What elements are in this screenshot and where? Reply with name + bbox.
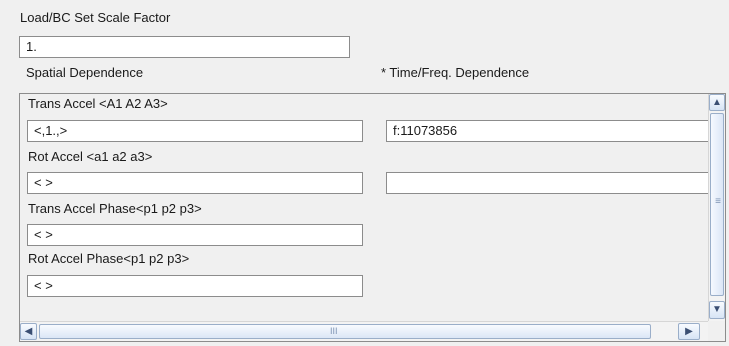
scale-factor-input[interactable]: 1. [19,36,350,58]
vertical-scrollbar[interactable]: ▲ ≡ ▼ [708,94,725,321]
horizontal-scrollbar[interactable]: ◀ III ▶ [20,321,709,341]
chevron-down-icon: ▼ [712,304,722,315]
grip-icon: ≡ [715,196,721,207]
trans-accel-label: Trans Accel <A1 A2 A3> [28,96,168,111]
grip-icon: III [330,326,338,336]
trans-accel-time-input[interactable]: f:11073856 [386,120,709,142]
rot-accel-time-input[interactable] [386,172,709,194]
time-freq-dependence-label: * Time/Freq. Dependence [381,65,530,80]
scroll-right-button[interactable]: ▶ [678,323,700,340]
trans-accel-phase-label: Trans Accel Phase<p1 p2 p3> [28,201,202,216]
rot-accel-phase-label: Rot Accel Phase<p1 p2 p3> [28,251,190,266]
scroll-panel: Trans Accel <A1 A2 A3> <,1.,> f:11073856… [19,93,726,342]
chevron-right-icon: ▶ [685,325,693,337]
scrollbar-corner [708,321,725,341]
vertical-scroll-thumb[interactable]: ≡ [710,113,724,296]
scroll-down-button[interactable]: ▼ [709,301,725,319]
scroll-panel-content: Trans Accel <A1 A2 A3> <,1.,> f:11073856… [20,94,709,321]
chevron-up-icon: ▲ [712,96,722,108]
scroll-up-button[interactable]: ▲ [709,94,725,111]
chevron-left-icon: ◀ [24,325,33,337]
rot-accel-phase-spatial-input[interactable]: < > [27,275,363,297]
rot-accel-label: Rot Accel <a1 a2 a3> [28,149,153,164]
spatial-dependence-label: Spatial Dependence [26,65,144,80]
trans-accel-spatial-input[interactable]: <,1.,> [27,120,363,142]
scroll-left-button[interactable]: ◀ [20,323,37,340]
rot-accel-spatial-input[interactable]: < > [27,172,363,194]
scale-factor-label: Load/BC Set Scale Factor [20,10,171,25]
horizontal-scroll-thumb[interactable]: III [39,324,651,339]
trans-accel-phase-spatial-input[interactable]: < > [27,224,363,246]
